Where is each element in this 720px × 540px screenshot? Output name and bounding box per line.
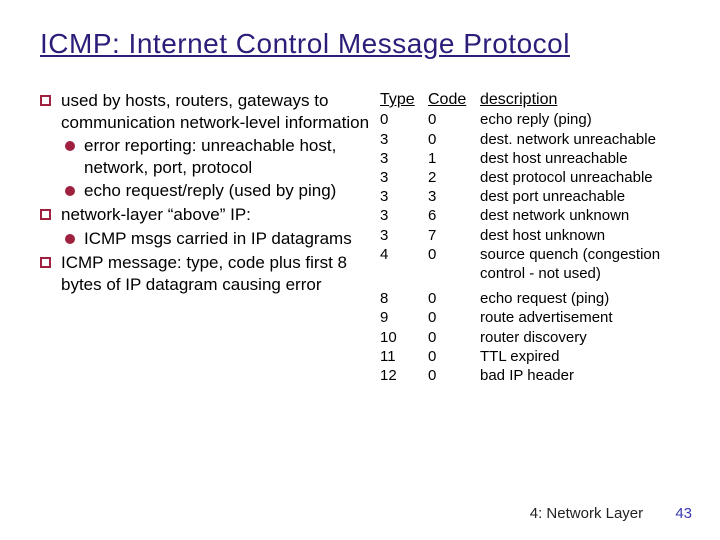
- cell-code: 0: [428, 245, 480, 283]
- square-bullet-icon: [40, 95, 51, 106]
- page-number: 43: [675, 505, 692, 522]
- col-type-header: Type: [380, 90, 428, 110]
- table-row: 30dest. network unreachable: [380, 130, 690, 149]
- table-header: Type Code description: [380, 90, 690, 110]
- sub-bullet-text: echo request/reply (used by ping): [84, 180, 336, 202]
- cell-code: 6: [428, 206, 480, 225]
- slide-title: ICMP: Internet Control Message Protocol: [0, 0, 720, 60]
- col-desc-header: description: [480, 90, 690, 110]
- cell-type: 12: [380, 366, 428, 385]
- bullet-text: used by hosts, routers, gateways to comm…: [61, 91, 369, 132]
- cell-desc: dest port unreachable: [480, 187, 690, 206]
- table-row: 100router discovery: [380, 328, 690, 347]
- square-bullet-icon: [40, 209, 51, 220]
- cell-desc: dest network unknown: [480, 206, 690, 225]
- table-row: 32dest protocol unreachable: [380, 168, 690, 187]
- bullet-text: ICMP message: type, code plus first 8 by…: [61, 253, 347, 294]
- cell-code: 0: [428, 289, 480, 308]
- list-item: used by hosts, routers, gateways to comm…: [40, 90, 370, 202]
- footer-section: 4: Network Layer: [530, 505, 643, 522]
- cell-code: 3: [428, 187, 480, 206]
- cell-desc: route advertisement: [480, 308, 690, 327]
- cell-code: 1: [428, 149, 480, 168]
- circle-bullet-icon: [65, 186, 75, 196]
- cell-type: 11: [380, 347, 428, 366]
- table-row: 80echo request (ping): [380, 289, 690, 308]
- content-area: used by hosts, routers, gateways to comm…: [0, 60, 720, 385]
- circle-bullet-icon: [65, 141, 75, 151]
- bullet-text: network-layer “above” IP:: [61, 205, 251, 224]
- bullet-list: used by hosts, routers, gateways to comm…: [40, 90, 370, 385]
- circle-bullet-icon: [65, 234, 75, 244]
- cell-type: 3: [380, 168, 428, 187]
- col-code-header: Code: [428, 90, 480, 110]
- slide-footer: 4: Network Layer 43: [530, 505, 692, 522]
- table-row: 00echo reply (ping): [380, 110, 690, 129]
- table-row: 120bad IP header: [380, 366, 690, 385]
- sub-bullet-text: ICMP msgs carried in IP datagrams: [84, 228, 352, 250]
- sub-list-item: ICMP msgs carried in IP datagrams: [61, 228, 370, 250]
- cell-desc: dest host unknown: [480, 226, 690, 245]
- table-row: 36dest network unknown: [380, 206, 690, 225]
- cell-desc: bad IP header: [480, 366, 690, 385]
- table-row: 31dest host unreachable: [380, 149, 690, 168]
- table-row: 90route advertisement: [380, 308, 690, 327]
- square-bullet-icon: [40, 257, 51, 268]
- cell-desc: dest protocol unreachable: [480, 168, 690, 187]
- cell-code: 0: [428, 130, 480, 149]
- cell-desc: echo reply (ping): [480, 110, 690, 129]
- cell-type: 9: [380, 308, 428, 327]
- cell-type: 3: [380, 130, 428, 149]
- cell-desc: dest. network unreachable: [480, 130, 690, 149]
- cell-code: 0: [428, 328, 480, 347]
- cell-desc: router discovery: [480, 328, 690, 347]
- table-row: 37dest host unknown: [380, 226, 690, 245]
- icmp-table: Type Code description 00echo reply (ping…: [370, 90, 690, 385]
- cell-desc: TTL expired: [480, 347, 690, 366]
- cell-type: 3: [380, 206, 428, 225]
- cell-type: 8: [380, 289, 428, 308]
- cell-type: 3: [380, 226, 428, 245]
- table-row: 33dest port unreachable: [380, 187, 690, 206]
- cell-desc: source quench (congestion control - not …: [480, 245, 690, 283]
- cell-desc: echo request (ping): [480, 289, 690, 308]
- cell-code: 7: [428, 226, 480, 245]
- cell-type: 4: [380, 245, 428, 283]
- cell-type: 10: [380, 328, 428, 347]
- sub-bullet-text: error reporting: unreachable host, netwo…: [84, 135, 370, 179]
- list-item: network-layer “above” IP: ICMP msgs carr…: [40, 204, 370, 249]
- list-item: ICMP message: type, code plus first 8 by…: [40, 252, 370, 296]
- cell-code: 2: [428, 168, 480, 187]
- cell-type: 3: [380, 187, 428, 206]
- cell-type: 3: [380, 149, 428, 168]
- cell-desc: dest host unreachable: [480, 149, 690, 168]
- cell-code: 0: [428, 110, 480, 129]
- cell-type: 0: [380, 110, 428, 129]
- cell-code: 0: [428, 308, 480, 327]
- cell-code: 0: [428, 347, 480, 366]
- sub-list-item: error reporting: unreachable host, netwo…: [61, 135, 370, 179]
- table-row: 110TTL expired: [380, 347, 690, 366]
- cell-code: 0: [428, 366, 480, 385]
- sub-list-item: echo request/reply (used by ping): [61, 180, 370, 202]
- table-row: 40source quench (congestion control - no…: [380, 245, 690, 283]
